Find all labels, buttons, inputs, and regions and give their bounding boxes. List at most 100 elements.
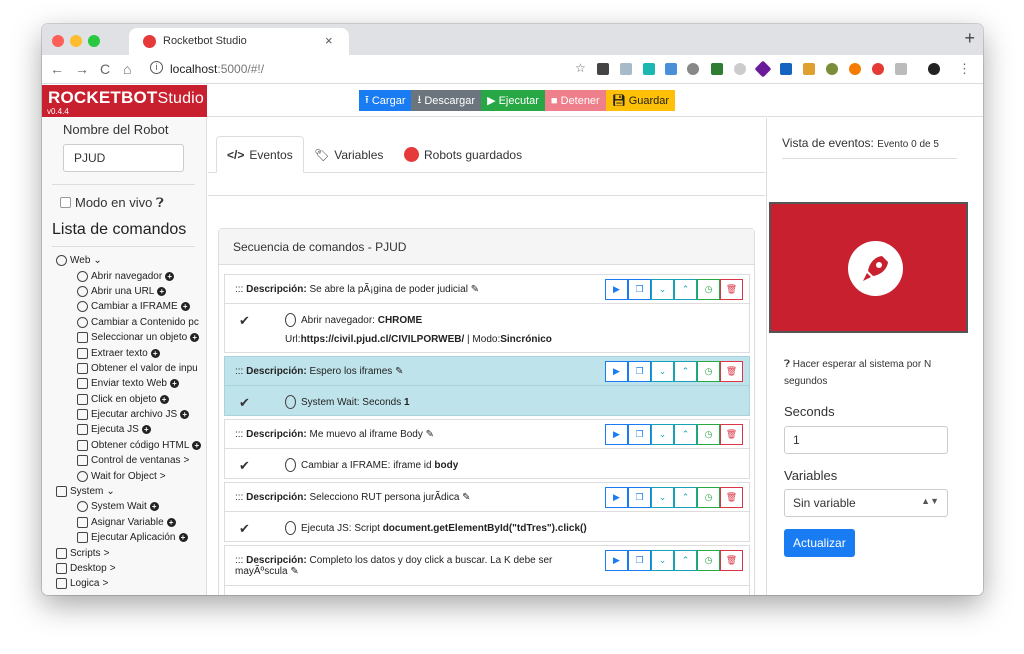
- drag-handle-icon[interactable]: :::: [235, 555, 246, 566]
- minimize-window-button[interactable]: [70, 35, 82, 47]
- add-icon[interactable]: +: [178, 533, 188, 543]
- menu-kebab-icon[interactable]: ⋮: [958, 61, 971, 77]
- command-tree-item[interactable]: Extraer texto +: [42, 345, 206, 360]
- info-icon[interactable]: i: [150, 61, 163, 74]
- command-card[interactable]: ::: Descripción: Espero los iframes ✎ ▶ ❐ ⌄…: [224, 356, 750, 416]
- pencil-icon[interactable]: ✎: [471, 284, 479, 295]
- command-card[interactable]: ::: Descripción: Se abre la pÃ¡gina de p…: [224, 274, 750, 353]
- forward-icon[interactable]: →: [75, 61, 89, 77]
- diamond-ext-icon[interactable]: [754, 60, 772, 78]
- add-icon[interactable]: +: [169, 379, 179, 389]
- pencil-icon[interactable]: ✎: [426, 429, 434, 440]
- notes-ext-icon[interactable]: [711, 63, 723, 75]
- copy-step-button[interactable]: ❐: [628, 487, 651, 508]
- copy-step-button[interactable]: ❐: [628, 279, 651, 300]
- command-tree-item[interactable]: Web ⌄: [42, 253, 206, 268]
- move-down-button[interactable]: ⌄: [651, 487, 674, 508]
- image-ext-icon[interactable]: [620, 63, 632, 75]
- command-tree-item[interactable]: Scripts >: [42, 545, 206, 560]
- run-step-button[interactable]: ▶: [605, 279, 628, 300]
- add-icon[interactable]: +: [157, 286, 167, 296]
- zoom-window-button[interactable]: [88, 35, 100, 47]
- delete-step-button[interactable]: 🗑︎: [720, 424, 743, 445]
- chevron-right-icon[interactable]: >: [184, 455, 190, 466]
- gear-ext-icon[interactable]: [687, 63, 699, 75]
- pencil-icon[interactable]: ✎: [395, 366, 403, 377]
- run-step-button[interactable]: ▶: [605, 424, 628, 445]
- chevron-right-icon[interactable]: >: [104, 548, 110, 559]
- clock-button[interactable]: ◷: [697, 424, 720, 445]
- command-card[interactable]: ::: Descripción: Selecciono RUT persona …: [224, 482, 750, 542]
- chevron-right-icon[interactable]: >: [160, 471, 166, 482]
- copy-step-button[interactable]: ❐: [628, 550, 651, 571]
- run-step-button[interactable]: ▶: [605, 361, 628, 382]
- tab-eventos[interactable]: </> Eventos: [216, 136, 304, 173]
- add-icon[interactable]: +: [192, 440, 202, 450]
- command-tree-item[interactable]: Ejecuta JS +: [42, 422, 206, 437]
- add-icon[interactable]: +: [180, 302, 190, 312]
- save-button[interactable]: 💾︎ Guardar: [605, 90, 676, 111]
- url-field[interactable]: i localhost:5000/#!/: [146, 59, 622, 80]
- profile-ext-icon[interactable]: [928, 63, 940, 75]
- move-down-button[interactable]: ⌄: [651, 361, 674, 382]
- orange-ext-icon[interactable]: [849, 63, 861, 75]
- bookmark-star-icon[interactable]: ☆: [575, 61, 586, 75]
- update-button[interactable]: Actualizar: [784, 529, 855, 557]
- clock-button[interactable]: ◷: [697, 550, 720, 571]
- pen-ext-icon[interactable]: [803, 63, 815, 75]
- command-tree-item[interactable]: Wait for Object >: [42, 468, 206, 483]
- add-icon[interactable]: +: [190, 333, 200, 343]
- drag-handle-icon[interactable]: :::: [235, 366, 246, 377]
- close-window-button[interactable]: [52, 35, 64, 47]
- command-card[interactable]: ::: Descripción: Completo los datos y do…: [224, 545, 750, 595]
- command-tree-item[interactable]: Abrir navegador +: [42, 268, 206, 283]
- clock-button[interactable]: ◷: [697, 361, 720, 382]
- clock-button[interactable]: ◷: [697, 487, 720, 508]
- run-step-button[interactable]: ▶: [605, 550, 628, 571]
- seconds-input[interactable]: 1: [784, 426, 948, 454]
- pencil-icon[interactable]: ✎: [290, 566, 298, 577]
- add-icon[interactable]: +: [159, 394, 169, 404]
- tab-robots-guardados[interactable]: Robots guardados: [394, 136, 532, 173]
- download-ext-icon[interactable]: [597, 63, 609, 75]
- chevron-down-icon[interactable]: ⌄: [93, 255, 101, 266]
- move-up-button[interactable]: ⌃: [674, 487, 697, 508]
- delete-step-button[interactable]: 🗑︎: [720, 550, 743, 571]
- copy-step-button[interactable]: ❐: [628, 361, 651, 382]
- add-icon[interactable]: +: [150, 348, 160, 358]
- copy-step-button[interactable]: ❐: [628, 424, 651, 445]
- live-mode-checkbox[interactable]: [60, 197, 71, 208]
- move-down-button[interactable]: ⌄: [651, 279, 674, 300]
- delete-step-button[interactable]: 🗑︎: [720, 279, 743, 300]
- add-icon[interactable]: +: [141, 425, 151, 435]
- command-card[interactable]: ::: Descripción: Me muevo al iframe Body…: [224, 419, 750, 479]
- command-tree-item[interactable]: System Wait +: [42, 499, 206, 514]
- command-tree-item[interactable]: Ejecutar Aplicación +: [42, 530, 206, 545]
- move-up-button[interactable]: ⌃: [674, 550, 697, 571]
- drag-handle-icon[interactable]: :::: [235, 492, 246, 503]
- stats-ext-icon[interactable]: [780, 63, 792, 75]
- delete-step-button[interactable]: 🗑︎: [720, 487, 743, 508]
- command-tree-item[interactable]: Obtener el valor de inpu: [42, 361, 206, 376]
- puzzle-ext-icon[interactable]: [826, 63, 838, 75]
- new-tab-button[interactable]: +: [964, 28, 975, 49]
- command-tree-item[interactable]: Ejecutar archivo JS +: [42, 407, 206, 422]
- move-up-button[interactable]: ⌃: [674, 279, 697, 300]
- command-tree-item[interactable]: Cambiar a IFRAME +: [42, 299, 206, 314]
- browser-tab[interactable]: Rocketbot Studio ×: [129, 28, 349, 55]
- command-tree-item[interactable]: Cambiar a Contenido pc: [42, 315, 206, 330]
- add-icon[interactable]: +: [149, 502, 159, 512]
- window-ext-icon[interactable]: [665, 63, 677, 75]
- add-icon[interactable]: +: [180, 410, 190, 420]
- circle-ext-icon[interactable]: [734, 63, 746, 75]
- robot-name-input[interactable]: PJUD: [63, 144, 184, 172]
- move-down-button[interactable]: ⌄: [651, 550, 674, 571]
- clock-button[interactable]: ◷: [697, 279, 720, 300]
- command-tree-item[interactable]: Logica >: [42, 576, 206, 591]
- load-button[interactable]: ⭱ Cargar: [359, 90, 412, 111]
- command-tree-item[interactable]: System ⌄: [42, 484, 206, 499]
- download-button[interactable]: ⭳ Descargar: [411, 90, 482, 111]
- stop-button[interactable]: ■ Detener: [544, 90, 606, 111]
- move-up-button[interactable]: ⌃: [674, 424, 697, 445]
- command-tree-item[interactable]: Click en objeto +: [42, 392, 206, 407]
